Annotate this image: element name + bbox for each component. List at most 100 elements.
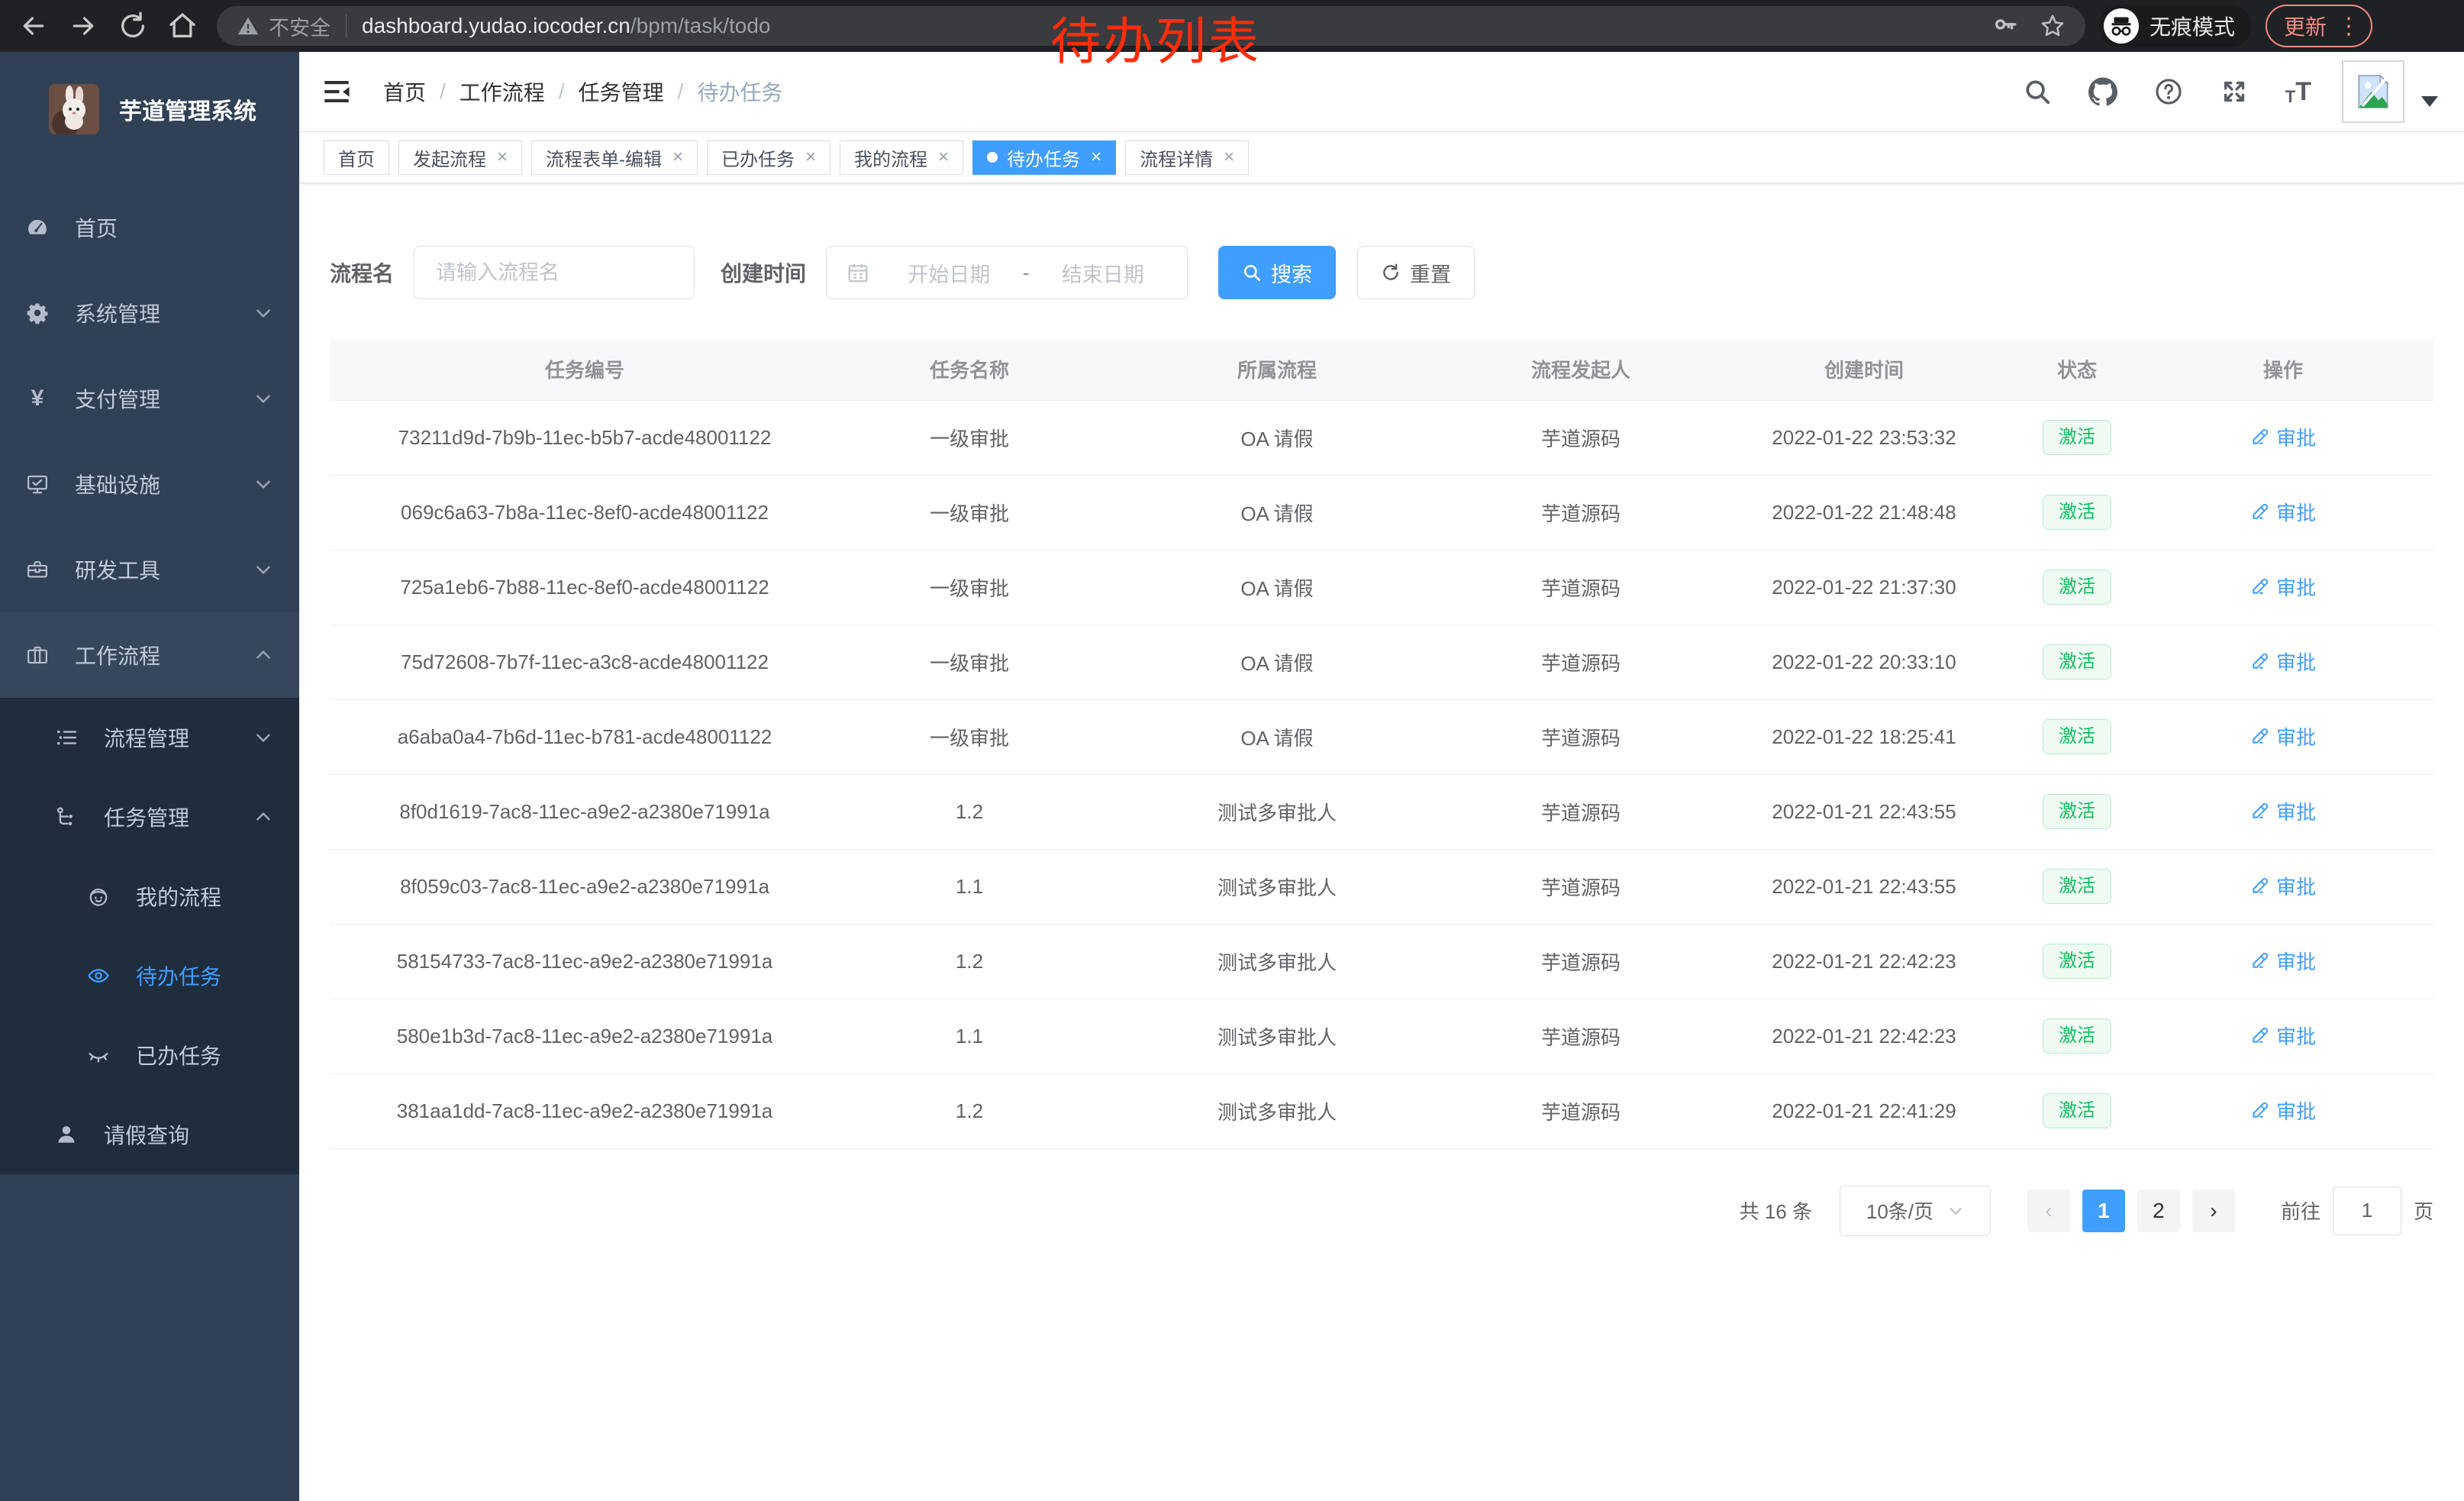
sidebar-item-devtools[interactable]: 研发工具	[0, 527, 299, 612]
sidebar-item-infra[interactable]: 基础设施	[0, 441, 299, 527]
home-icon[interactable]	[167, 11, 198, 41]
column-header: 任务编号	[330, 339, 840, 400]
cell-name: 1.1	[840, 849, 1099, 924]
column-header: 操作	[2133, 339, 2433, 400]
avatar-caret-icon[interactable]	[2421, 96, 2438, 107]
sidebar-item-process-mgmt[interactable]: 流程管理	[0, 698, 299, 777]
table-row: 069c6a63-7b8a-11ec-8ef0-acde48001122一级审批…	[330, 475, 2433, 550]
next-page-button[interactable]: ›	[2192, 1190, 2235, 1232]
cell-status: 激活	[2021, 849, 2133, 924]
avatar[interactable]	[2342, 60, 2404, 123]
tab-已办任务[interactable]: 已办任务×	[707, 140, 830, 175]
help-icon[interactable]	[2154, 77, 2183, 106]
prev-page-button[interactable]: ‹	[2027, 1190, 2070, 1232]
chevron-up-icon	[253, 645, 273, 665]
table-row: a6aba0a4-7b6d-11ec-b781-acde48001122一级审批…	[330, 699, 2433, 774]
page-button-1[interactable]: 1	[2082, 1190, 2125, 1232]
cell-name: 1.2	[840, 774, 1099, 849]
approve-link[interactable]: 审批	[2250, 872, 2316, 900]
approve-link[interactable]: 审批	[2250, 573, 2316, 601]
tab-close-icon[interactable]: ×	[1224, 148, 1234, 166]
approve-link[interactable]: 审批	[2250, 498, 2316, 526]
sidebar-item-my-process[interactable]: 我的流程	[0, 857, 299, 936]
page-button-2[interactable]: 2	[2137, 1190, 2180, 1232]
tab-close-icon[interactable]: ×	[805, 148, 816, 166]
approve-link[interactable]: 审批	[2250, 1096, 2316, 1125]
address-divider	[346, 15, 347, 37]
url-host: dashboard.yudao.iocoder.cn	[362, 14, 631, 38]
page-size-select[interactable]: 10条/页	[1840, 1186, 1991, 1236]
tab-close-icon[interactable]: ×	[938, 148, 949, 166]
tab-label: 流程详情	[1140, 144, 1213, 171]
bookmark-star-icon[interactable]	[2040, 13, 2066, 39]
sidebar-item-system[interactable]: 系统管理	[0, 270, 299, 356]
breadcrumb-item[interactable]: 首页	[383, 76, 426, 107]
sidebar-logo-row[interactable]: 芋道管理系统	[0, 52, 299, 166]
status-badge: 激活	[2043, 944, 2111, 980]
breadcrumb-item[interactable]: 任务管理	[579, 76, 664, 107]
pen-icon	[2250, 427, 2270, 447]
back-icon[interactable]	[18, 11, 49, 41]
cell-time: 2022-01-22 20:33:10	[1707, 625, 2021, 699]
status-badge: 激活	[2043, 869, 2111, 905]
tab-close-icon[interactable]: ×	[497, 148, 508, 166]
approve-label: 审批	[2276, 797, 2316, 825]
breadcrumb-item[interactable]: 工作流程	[460, 76, 545, 107]
process-name-input[interactable]	[414, 246, 695, 299]
tab-close-icon[interactable]: ×	[1091, 148, 1101, 166]
cell-time: 2022-01-21 22:41:29	[1707, 1073, 2021, 1148]
browser-update-button[interactable]: 更新 ⋮	[2266, 5, 2372, 47]
incognito-icon	[2104, 8, 2139, 44]
status-badge: 激活	[2043, 1093, 2111, 1129]
sidebar-item-workflow[interactable]: 工作流程	[0, 612, 299, 698]
search-button-label: 搜索	[1271, 258, 1312, 288]
tab-close-icon[interactable]: ×	[672, 148, 683, 166]
password-key-icon[interactable]	[1992, 13, 2018, 39]
approve-link[interactable]: 审批	[2250, 423, 2316, 451]
cell-id: 58154733-7ac8-11ec-a9e2-a2380e71991a	[330, 924, 840, 999]
tab-流程详情[interactable]: 流程详情 ×	[1125, 140, 1249, 175]
tab-首页[interactable]: 首页	[324, 140, 389, 175]
forward-icon[interactable]	[68, 11, 98, 41]
sidebar-toggle-icon[interactable]	[321, 76, 353, 108]
approve-link[interactable]: 审批	[2250, 647, 2316, 676]
cell-time: 2022-01-21 22:42:23	[1707, 924, 2021, 999]
reload-icon[interactable]	[118, 11, 148, 41]
date-range-picker[interactable]: 开始日期 - 结束日期	[826, 246, 1188, 299]
approve-link[interactable]: 审批	[2250, 797, 2316, 825]
sidebar-item-leave-query[interactable]: 请假查询	[0, 1095, 299, 1174]
reset-button[interactable]: 重置	[1357, 246, 1475, 299]
sidebar-item-todo-task[interactable]: 待办任务	[0, 936, 299, 1015]
tab-流程表单-编辑[interactable]: 流程表单-编辑×	[531, 140, 698, 175]
monitor-icon	[26, 473, 49, 495]
cell-starter: 芋道源码	[1455, 400, 1707, 475]
sidebar: 芋道管理系统 首页系统管理¥支付管理基础设施研发工具工作流程流程管理任务管理我的…	[0, 52, 299, 1501]
pen-icon	[2250, 726, 2270, 746]
cell-id: 725a1eb6-7b88-11ec-8ef0-acde48001122	[330, 550, 840, 625]
cell-id: 73211d9d-7b9b-11ec-b5b7-acde48001122	[330, 400, 840, 475]
browser-menu-icon[interactable]: ⋮	[2337, 13, 2360, 40]
cell-action: 审批	[2133, 699, 2433, 774]
search-icon[interactable]	[2023, 77, 2052, 106]
status-badge: 激活	[2043, 495, 2111, 531]
tab-我的流程[interactable]: 我的流程×	[840, 140, 963, 175]
sidebar-item-done-task[interactable]: 已办任务	[0, 1015, 299, 1095]
font-size-icon[interactable]: TT	[2285, 77, 2311, 107]
sidebar-item-label: 任务管理	[104, 802, 189, 832]
fullscreen-icon[interactable]	[2220, 77, 2249, 106]
approve-link[interactable]: 审批	[2250, 722, 2316, 750]
search-button[interactable]: 搜索	[1218, 246, 1336, 299]
cell-id: 381aa1dd-7ac8-11ec-a9e2-a2380e71991a	[330, 1073, 840, 1148]
approve-link[interactable]: 审批	[2250, 947, 2316, 975]
cell-starter: 芋道源码	[1455, 625, 1707, 699]
goto-page-input[interactable]	[2333, 1186, 2401, 1235]
end-date-placeholder: 结束日期	[1034, 258, 1172, 288]
approve-link[interactable]: 审批	[2250, 1022, 2316, 1050]
sidebar-item-home[interactable]: 首页	[0, 185, 299, 270]
sidebar-item-task-mgmt[interactable]: 任务管理	[0, 777, 299, 857]
breadcrumb: 首页/工作流程/任务管理/待办任务	[383, 76, 782, 107]
tab-发起流程[interactable]: 发起流程×	[398, 140, 522, 175]
github-icon[interactable]	[2088, 77, 2117, 106]
sidebar-item-payment[interactable]: ¥支付管理	[0, 356, 299, 441]
tab-待办任务[interactable]: 待办任务×	[972, 140, 1116, 175]
